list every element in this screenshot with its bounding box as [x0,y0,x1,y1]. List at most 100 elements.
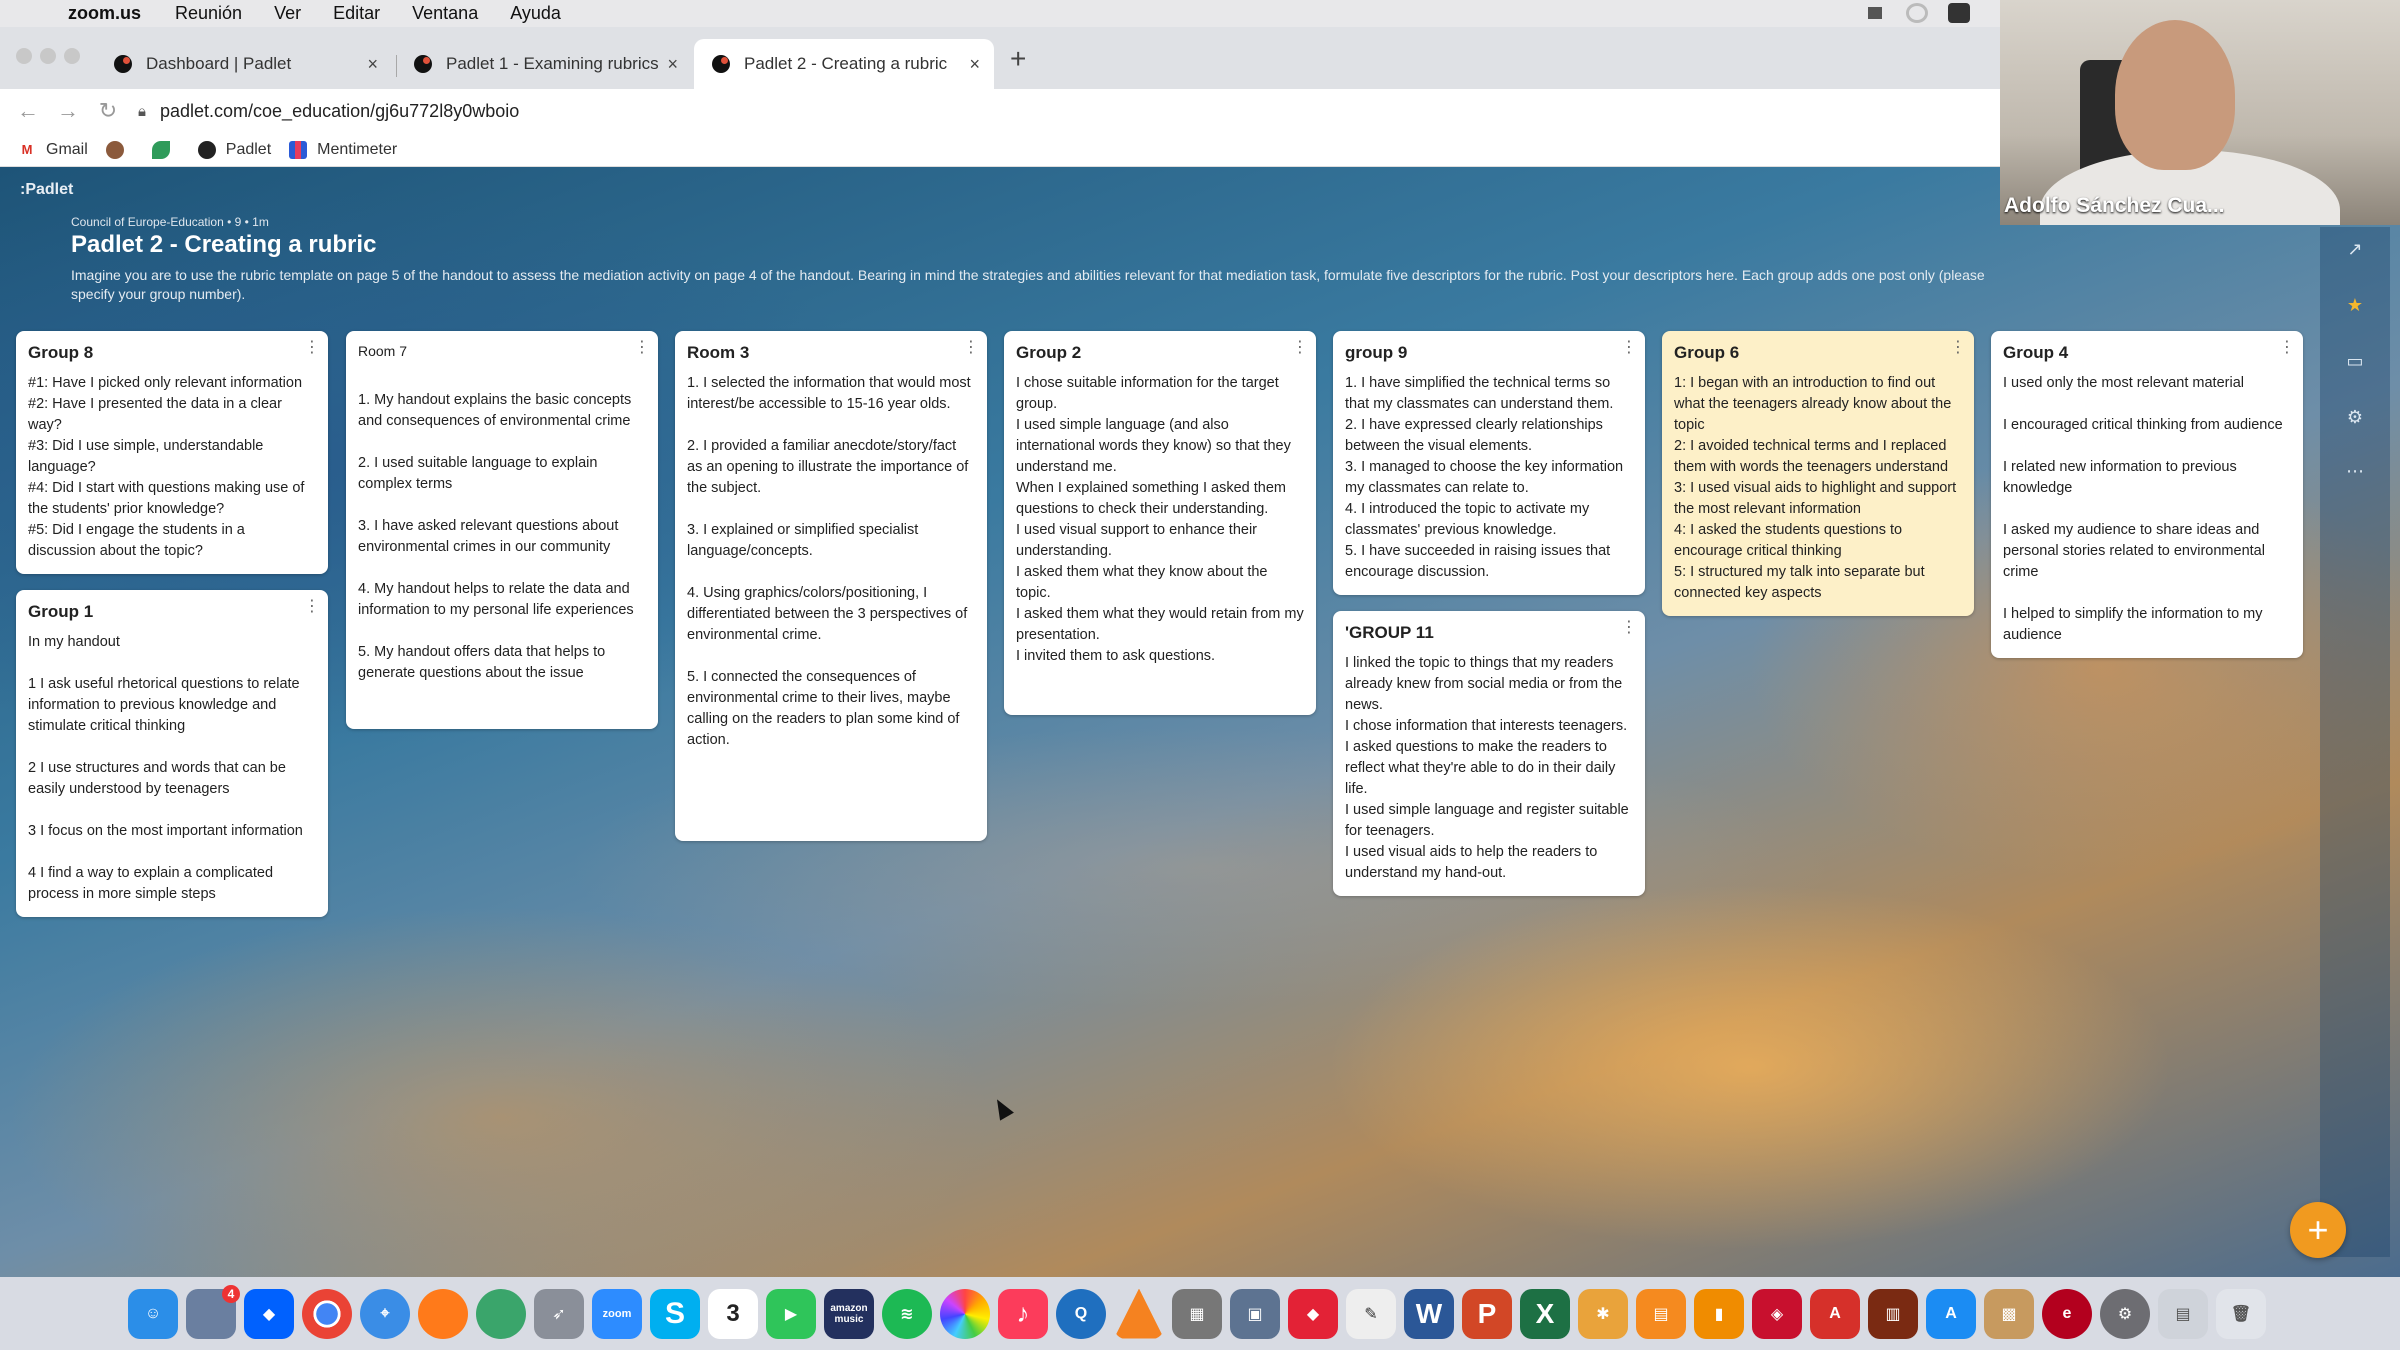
post-menu-icon[interactable]: ⋮ [1621,337,1637,357]
menu-app-name[interactable]: zoom.us [68,3,141,24]
forward-arrow-icon[interactable]: → [56,98,80,124]
post-card[interactable]: ⋮ Group 2 I chose suitable information f… [1004,331,1316,715]
skype-icon[interactable]: S [650,1288,700,1339]
mac-dock: ☺ 4 ◆ ⌖ ➶ zoom S 3 ▶ amazon music ≋ ♪ Q … [0,1277,2400,1350]
share-icon[interactable]: ↗ [2344,239,2366,261]
amazon-music-icon[interactable]: amazon music [824,1288,874,1339]
post-menu-icon[interactable]: ⋮ [304,337,320,357]
menu-item-ventana[interactable]: Ventana [412,3,478,24]
dropbox-status-icon[interactable] [1864,3,1886,23]
textedit-icon[interactable]: ✎ [1346,1288,1396,1339]
acrobat-icon[interactable]: A [1810,1288,1860,1339]
reader-icon[interactable]: ▥ [1868,1288,1918,1339]
url-text[interactable]: padlet.com/coe_education/gj6u772l8y0wboi… [160,101,519,122]
post-menu-icon[interactable]: ⋮ [304,596,320,616]
bookmarks-bar: M Gmail Padlet Mentimeter [0,133,2000,167]
music-icon[interactable]: ♪ [998,1288,1048,1339]
more-icon[interactable]: ⋯ [2344,461,2366,483]
finder-icon[interactable]: ☺ [128,1288,178,1339]
bookmark-crest[interactable] [105,140,134,159]
close-tab-icon[interactable]: × [367,54,378,75]
post-card[interactable]: ⋮ Group 8 #1: Have I picked only relevan… [16,331,328,574]
vlc-icon[interactable] [1114,1288,1164,1339]
post-menu-icon[interactable]: ⋮ [1621,617,1637,637]
post-body: #1: Have I picked only relevant informat… [28,375,305,559]
pages-icon[interactable]: ▮ [1694,1288,1744,1339]
slideshow-icon[interactable]: ▭ [2344,351,2366,373]
archive-icon[interactable]: ▩ [1984,1288,2034,1339]
post-card[interactable]: ⋮ Group 1 In my handout 1 I ask useful r… [16,590,328,917]
quicktime-icon[interactable]: Q [1056,1288,1106,1339]
tab-padlet-2[interactable]: Padlet 2 - Creating a rubric × [694,39,994,89]
add-post-button[interactable]: + [2290,1202,2346,1258]
post-menu-icon[interactable]: ⋮ [1950,337,1966,357]
post-card[interactable]: ⋮ Room 7 1. My handout explains the basi… [346,331,658,729]
globe-icon[interactable] [476,1288,526,1339]
apple-icon[interactable] [24,1,50,27]
padlet-logo[interactable]: :Padlet [20,181,73,199]
participant-video[interactable]: Adolfo Sánchez Cua... [2000,0,2400,225]
app-store-icon[interactable]: A [1926,1288,1976,1339]
gmail-icon: M [21,142,33,157]
close-tab-icon[interactable]: × [667,54,678,75]
bookmark-padlet[interactable]: Padlet [197,140,271,159]
star-icon[interactable]: ★ [2344,295,2366,317]
post-menu-icon[interactable]: ⋮ [1292,337,1308,357]
menu-item-ver[interactable]: Ver [274,3,301,24]
excel-icon[interactable]: X [1520,1288,1570,1339]
photos-icon[interactable] [940,1288,990,1339]
menu-item-ayuda[interactable]: Ayuda [510,3,561,24]
calculator-icon[interactable]: ▦ [1172,1288,1222,1339]
tab-dashboard[interactable]: Dashboard | Padlet × [96,39,392,89]
rocket-icon[interactable]: ➶ [534,1288,584,1339]
dropbox-icon[interactable]: ◆ [244,1288,294,1339]
new-tab-icon[interactable]: + [1010,43,1026,75]
elephant-app-icon[interactable]: ◈ [1752,1288,1802,1339]
post-body: I chose suitable information for the tar… [1016,375,1304,664]
zoom-icon[interactable]: zoom [592,1288,642,1339]
address-field[interactable]: 🔒︎ padlet.com/coe_education/gj6u772l8y0w… [138,93,519,129]
trash-icon[interactable]: 🗑︎ [2216,1288,2266,1339]
powerpoint-icon[interactable]: P [1462,1288,1512,1339]
minimize-window-button[interactable] [40,48,56,64]
mail-icon[interactable]: 4 [186,1284,240,1339]
zoom-window-button[interactable] [64,48,80,64]
system-preferences-icon[interactable]: ⚙ [2100,1288,2150,1339]
safari-icon[interactable]: ⌖ [360,1288,410,1339]
chrome-icon[interactable] [302,1288,352,1339]
word-icon[interactable]: W [1404,1288,1454,1339]
column: ⋮ Room 7 1. My handout explains the basi… [346,331,658,745]
bookmark-gmail[interactable]: M Gmail [18,141,88,159]
facetime-icon[interactable]: ▶ [766,1288,816,1339]
post-menu-icon[interactable]: ⋮ [963,337,979,357]
cyberduck-icon[interactable]: ✱ [1578,1288,1628,1339]
menu-item-reunion[interactable]: Reunión [175,3,242,24]
close-window-button[interactable] [16,48,32,64]
preview-icon[interactable]: ▣ [1230,1288,1280,1339]
bookmark-leaf[interactable] [151,140,180,159]
post-card[interactable]: ⋮ group 9 1. I have simplified the techn… [1333,331,1645,595]
tab-padlet-1[interactable]: Padlet 1 - Examining rubrics × [396,39,692,89]
post-menu-icon[interactable]: ⋮ [2279,337,2295,357]
moon-status-icon[interactable] [1906,3,1928,23]
lock-icon[interactable]: 🔒︎ [138,103,146,120]
mendeley-icon[interactable]: ◆ [1288,1288,1338,1339]
post-card[interactable]: ⋮ Group 6 1: I began with an introductio… [1662,331,1974,616]
books-icon[interactable]: ▤ [1636,1288,1686,1339]
documents-folder-icon[interactable]: ▤ [2158,1288,2208,1339]
bookmark-mentimeter[interactable]: Mentimeter [289,140,397,159]
reload-icon[interactable]: ↻ [96,98,120,124]
post-menu-icon[interactable]: ⋮ [634,337,650,357]
calendar-icon[interactable]: 3 [708,1288,758,1339]
post-card[interactable]: ⋮ 'GROUP 11 I linked the topic to things… [1333,611,1645,896]
app-status-icon[interactable] [1948,3,1970,23]
gear-icon[interactable]: ⚙ [2344,407,2366,429]
post-card[interactable]: ⋮ Room 3 1. I selected the information t… [675,331,987,841]
back-arrow-icon[interactable]: ← [16,98,40,124]
close-tab-icon[interactable]: × [969,54,980,75]
e-app-icon[interactable]: e [2042,1288,2092,1339]
menu-item-editar[interactable]: Editar [333,3,380,24]
spotify-icon[interactable]: ≋ [882,1288,932,1339]
firefox-icon[interactable] [418,1288,468,1339]
post-card[interactable]: ⋮ Group 4 I used only the most relevant … [1991,331,2303,658]
